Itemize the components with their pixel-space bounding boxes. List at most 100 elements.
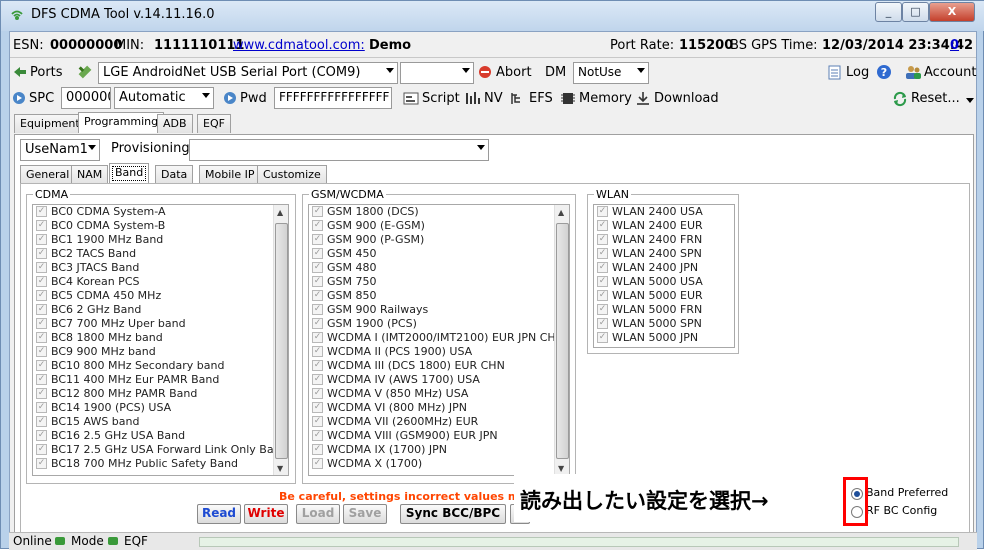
gsm-band-item[interactable]: ✓ WCDMA VI (800 MHz) JPN <box>309 401 569 415</box>
checkbox-checked-icon[interactable]: ✓ <box>312 444 323 455</box>
gps-link[interactable]: 0 <box>950 38 959 53</box>
cdma-band-item[interactable]: ✓ BC5 CDMA 450 MHz <box>33 289 288 303</box>
tab-mobile-ip[interactable]: Mobile IP <box>199 165 261 184</box>
script-button[interactable]: Script <box>422 91 460 106</box>
scroll-up-icon[interactable]: ▲ <box>277 208 283 217</box>
wlan-band-item[interactable]: ✓ WLAN 5000 EUR <box>594 289 734 303</box>
port-select[interactable]: LGE AndroidNet USB Serial Port (COM9) <box>98 62 398 84</box>
cdma-band-list[interactable]: ✓ BC0 CDMA System-A ✓ BC0 CDMA System-B ✓ BC1… <box>32 204 289 476</box>
cdma-band-item[interactable]: ✓ BC0 CDMA System-B <box>33 219 288 233</box>
checkbox-checked-icon[interactable]: ✓ <box>36 360 47 371</box>
cdma-band-item[interactable]: ✓ BC4 Korean PCS <box>33 275 288 289</box>
wlan-band-item[interactable]: ✓ WLAN 5000 USA <box>594 275 734 289</box>
checkbox-checked-icon[interactable]: ✓ <box>597 290 608 301</box>
gsm-band-item[interactable]: ✓ WCDMA V (850 MHz) USA <box>309 387 569 401</box>
tab-band[interactable]: Band <box>109 163 150 184</box>
dm-select[interactable]: NotUse <box>573 62 649 84</box>
minimize-button[interactable]: _ <box>875 2 902 22</box>
checkbox-checked-icon[interactable]: ✓ <box>312 430 323 441</box>
account-button[interactable]: Account <box>924 65 977 80</box>
gsm-band-item[interactable]: ✓ WCDMA X (1700) <box>309 457 569 471</box>
checkbox-checked-icon[interactable]: ✓ <box>312 262 323 273</box>
checkbox-checked-icon[interactable]: ✓ <box>312 458 323 469</box>
gsm-band-item[interactable]: ✓ GSM 900 Railways <box>309 303 569 317</box>
checkbox-checked-icon[interactable]: ✓ <box>597 234 608 245</box>
gsm-band-item[interactable]: ✓ WCDMA VIII (GSM900) EUR JPN <box>309 429 569 443</box>
cdma-band-item[interactable]: ✓ BC11 400 MHz Eur PAMR Band <box>33 373 288 387</box>
wlan-band-item[interactable]: ✓ WLAN 5000 FRN <box>594 303 734 317</box>
reset-dropdown-icon[interactable] <box>966 98 974 103</box>
provisioning-select[interactable] <box>189 139 489 161</box>
download-button[interactable]: Download <box>654 91 719 106</box>
checkbox-checked-icon[interactable]: ✓ <box>597 318 608 329</box>
checkbox-checked-icon[interactable]: ✓ <box>312 276 323 287</box>
scroll-up-icon[interactable]: ▲ <box>558 208 564 217</box>
help-icon[interactable]: ? <box>876 64 892 80</box>
checkbox-checked-icon[interactable]: ✓ <box>312 318 323 329</box>
checkbox-checked-icon[interactable]: ✓ <box>312 248 323 259</box>
checkbox-checked-icon[interactable]: ✓ <box>312 304 323 315</box>
pwd-button[interactable]: Pwd <box>240 91 267 106</box>
checkbox-checked-icon[interactable]: ✓ <box>36 248 47 259</box>
abort-button[interactable]: Abort <box>496 65 532 80</box>
gsm-band-item[interactable]: ✓ GSM 750 <box>309 275 569 289</box>
checkbox-checked-icon[interactable]: ✓ <box>597 276 608 287</box>
blank-select[interactable] <box>400 62 474 84</box>
checkbox-checked-icon[interactable]: ✓ <box>36 332 47 343</box>
reset-button[interactable]: Reset... <box>911 91 960 106</box>
wlan-band-item[interactable]: ✓ WLAN 2400 USA <box>594 205 734 219</box>
cdma-band-item[interactable]: ✓ BC2 TACS Band <box>33 247 288 261</box>
tab-data[interactable]: Data <box>155 165 194 184</box>
cdma-band-item[interactable]: ✓ BC3 JTACS Band <box>33 261 288 275</box>
wlan-band-item[interactable]: ✓ WLAN 5000 SPN <box>594 317 734 331</box>
checkbox-checked-icon[interactable]: ✓ <box>36 290 47 301</box>
tab-nam[interactable]: NAM <box>71 165 109 184</box>
checkbox-checked-icon[interactable]: ✓ <box>597 262 608 273</box>
write-button[interactable]: Write <box>244 504 288 524</box>
cdma-band-item[interactable]: ✓ BC1 1900 MHz Band <box>33 233 288 247</box>
cdma-band-item[interactable]: ✓ BC16 2.5 GHz USA Band <box>33 429 288 443</box>
wlan-band-item[interactable]: ✓ WLAN 2400 JPN <box>594 261 734 275</box>
cdma-band-item[interactable]: ✓ BC12 800 MHz PAMR Band <box>33 387 288 401</box>
maximize-button[interactable]: □ <box>902 2 929 22</box>
checkbox-checked-icon[interactable]: ✓ <box>597 248 608 259</box>
tab-programming[interactable]: Programming <box>78 112 165 133</box>
checkbox-checked-icon[interactable]: ✓ <box>36 318 47 329</box>
checkbox-checked-icon[interactable]: ✓ <box>36 458 47 469</box>
checkbox-checked-icon[interactable]: ✓ <box>36 304 47 315</box>
cdma-band-item[interactable]: ✓ BC15 AWS band <box>33 415 288 429</box>
checkbox-checked-icon[interactable]: ✓ <box>312 332 323 343</box>
sync-bcc-bpc-button[interactable]: Sync BCC/BPC <box>400 504 506 524</box>
gsm-band-item[interactable]: ✓ WCDMA II (PCS 1900) USA <box>309 345 569 359</box>
gsm-wcdma-scroll-thumb[interactable] <box>556 223 569 459</box>
nam-select[interactable]: UseNam1 <box>20 139 100 161</box>
checkbox-checked-icon[interactable]: ✓ <box>36 430 47 441</box>
pwd-input[interactable]: FFFFFFFFFFFFFFFF <box>274 87 392 109</box>
tab-equipment[interactable]: Equipment <box>14 114 86 133</box>
scroll-down-icon[interactable]: ▼ <box>277 464 283 473</box>
checkbox-checked-icon[interactable]: ✓ <box>597 332 608 343</box>
save-button[interactable]: Save <box>343 504 387 524</box>
cdma-band-item[interactable]: ✓ BC10 800 MHz Secondary band <box>33 359 288 373</box>
checkbox-checked-icon[interactable]: ✓ <box>312 206 323 217</box>
wlan-band-item[interactable]: ✓ WLAN 2400 EUR <box>594 219 734 233</box>
website-link[interactable]: www.cdmatool.com: <box>233 38 365 53</box>
gsm-band-item[interactable]: ✓ WCDMA III (DCS 1800) EUR CHN <box>309 359 569 373</box>
checkbox-checked-icon[interactable]: ✓ <box>36 234 47 245</box>
gsm-band-item[interactable]: ✓ GSM 1800 (DCS) <box>309 205 569 219</box>
gsm-band-item[interactable]: ✓ WCDMA VII (2600MHz) EUR <box>309 415 569 429</box>
gsm-band-item[interactable]: ✓ GSM 850 <box>309 289 569 303</box>
wlan-band-list[interactable]: ✓ WLAN 2400 USA ✓ WLAN 2400 EUR ✓ WLAN 2400 F… <box>593 204 735 348</box>
gsm-band-item[interactable]: ✓ WCDMA I (IMT2000/IMT2100) EUR JPN CHN <box>309 331 569 345</box>
ports-button[interactable]: Ports <box>30 65 63 80</box>
memory-button[interactable]: Memory <box>579 91 632 106</box>
read-button[interactable]: Read <box>197 504 241 524</box>
tab-eqf[interactable]: EQF <box>197 114 231 133</box>
checkbox-checked-icon[interactable]: ✓ <box>312 360 323 371</box>
cdma-band-item[interactable]: ✓ BC7 700 MHz Uper band <box>33 317 288 331</box>
gsm-band-item[interactable]: ✓ WCDMA IX (1700) JPN <box>309 443 569 457</box>
cdma-band-item[interactable]: ✓ BC6 2 GHz Band <box>33 303 288 317</box>
log-button[interactable]: Log <box>846 65 869 80</box>
checkbox-checked-icon[interactable]: ✓ <box>36 416 47 427</box>
tab-general[interactable]: General <box>20 165 76 184</box>
